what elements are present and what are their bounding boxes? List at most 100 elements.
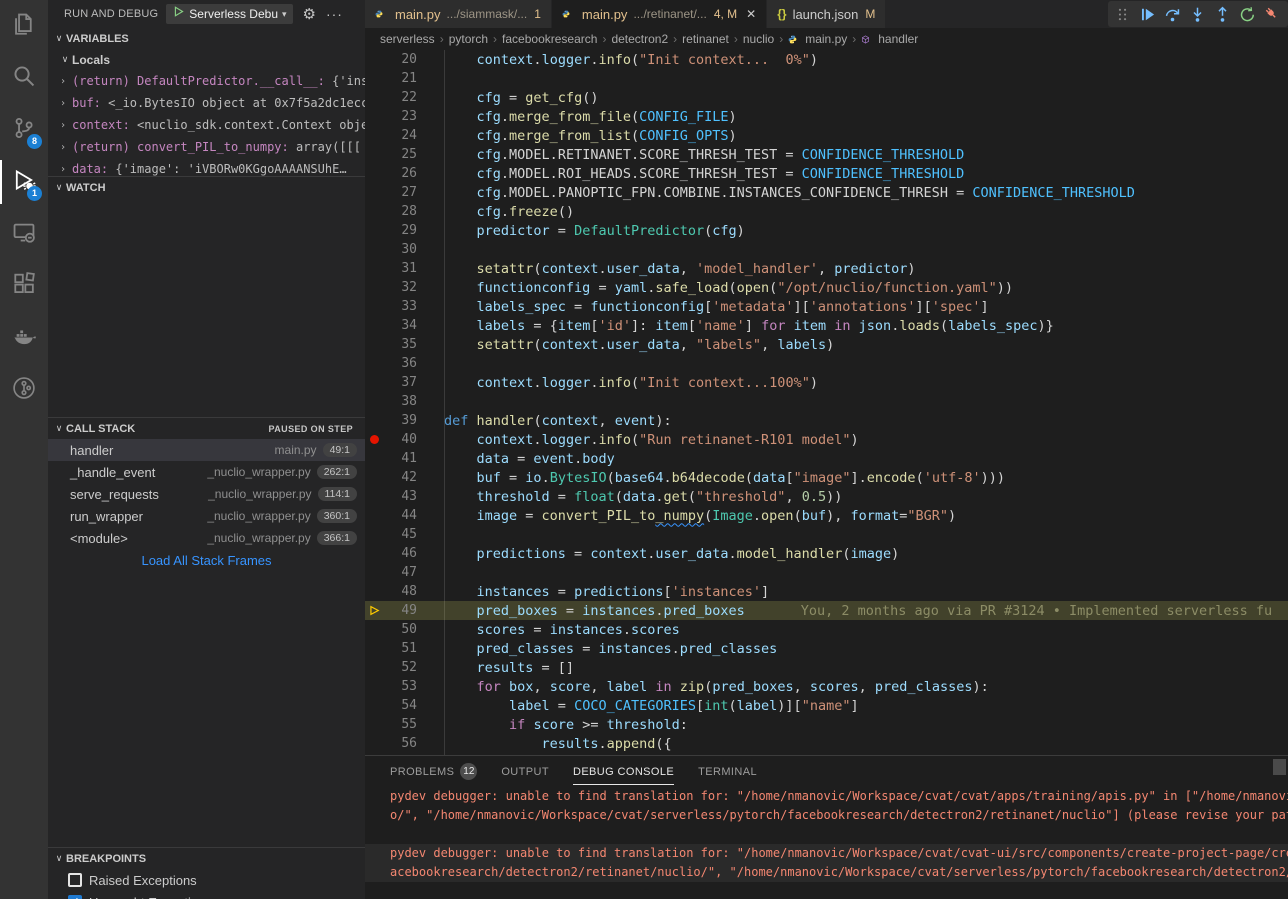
code-line-21[interactable]: 21: [365, 69, 1288, 88]
code-line-49[interactable]: 49 pred_boxes = instances.pred_boxesYou,…: [365, 601, 1288, 620]
gear-icon[interactable]: ⚙: [303, 5, 316, 23]
code-line-51[interactable]: 51 pred_classes = instances.pred_classes: [365, 639, 1288, 658]
activity-bar-item-remote-explorer[interactable]: [0, 208, 48, 260]
checkbox-unchecked[interactable]: [68, 873, 82, 887]
continue-button[interactable]: [1135, 2, 1160, 26]
activity-bar-item-run-and-debug[interactable]: 1: [0, 156, 48, 208]
activity-bar-item-docker[interactable]: [0, 312, 48, 364]
breadcrumb-item-pytorch[interactable]: pytorch: [449, 32, 488, 46]
code-line-40[interactable]: 40 context.logger.info("Run retinanet-R1…: [365, 430, 1288, 449]
code-line-53[interactable]: 53 for box, score, label in zip(pred_box…: [365, 677, 1288, 696]
breadcrumb-item-serverless[interactable]: serverless: [380, 32, 435, 46]
line-number: 24: [383, 128, 417, 143]
breadcrumb-item-facebookresearch[interactable]: facebookresearch: [502, 32, 597, 46]
code-line-28[interactable]: 28 cfg.freeze(): [365, 202, 1288, 221]
code-line-26[interactable]: 26 cfg.MODEL.ROI_HEADS.SCORE_THRESH_TEST…: [365, 164, 1288, 183]
breadcrumb-item-main-py[interactable]: main.py: [788, 32, 847, 46]
call-stack-frame[interactable]: serve_requests_nuclio_wrapper.py114:1: [48, 483, 365, 505]
breakpoint-icon[interactable]: [365, 435, 383, 444]
variable-row[interactable]: ›context: <nuclio_sdk.context.Context ob…: [48, 114, 365, 136]
locals-group[interactable]: ∨Locals: [48, 49, 365, 70]
breakpoint-item[interactable]: ✓Uncaught Exceptions: [48, 891, 365, 899]
call-stack-frame[interactable]: handlermain.py49:1: [48, 439, 365, 461]
code-line-41[interactable]: 41 data = event.body: [365, 449, 1288, 468]
variable-row[interactable]: ›data: {'image': 'iVBORw0KGgoAAAANSUhE…: [48, 158, 365, 176]
code-line-47[interactable]: 47: [365, 563, 1288, 582]
activity-bar-item-extensions[interactable]: [0, 260, 48, 312]
step-into-button[interactable]: [1185, 2, 1210, 26]
step-out-button[interactable]: [1210, 2, 1235, 26]
breadcrumb-item-nuclio[interactable]: nuclio: [743, 32, 774, 46]
close-icon[interactable]: ✕: [746, 7, 756, 21]
code-line-24[interactable]: 24 cfg.merge_from_list(CONFIG_OPTS): [365, 126, 1288, 145]
code-line-29[interactable]: 29 predictor = DefaultPredictor(cfg): [365, 221, 1288, 240]
code-line-34[interactable]: 34 labels = {item['id']: item['name'] fo…: [365, 316, 1288, 335]
code-line-22[interactable]: 22 cfg = get_cfg(): [365, 88, 1288, 107]
tab-main-py-siammask[interactable]: main.py.../siammask/...1: [365, 0, 552, 28]
panel-tab-terminal[interactable]: TERMINAL: [698, 759, 757, 785]
code-line-45[interactable]: 45: [365, 525, 1288, 544]
code-line-33[interactable]: 33 labels_spec = functionconfig['metadat…: [365, 297, 1288, 316]
code-line-50[interactable]: 50 scores = instances.scores: [365, 620, 1288, 639]
code-line-55[interactable]: 55 if score >= threshold:: [365, 715, 1288, 734]
code-line-48[interactable]: 48 instances = predictions['instances']: [365, 582, 1288, 601]
console-message[interactable]: pydev debugger: unable to find translati…: [365, 844, 1288, 882]
breadcrumb-item-detectron2[interactable]: detectron2: [611, 32, 668, 46]
panel-tab-debug-console[interactable]: DEBUG CONSOLE: [573, 759, 674, 785]
code-line-30[interactable]: 30: [365, 240, 1288, 259]
variable-row[interactable]: ›(return) convert_PIL_to_numpy: array([[…: [48, 136, 365, 158]
code-line-25[interactable]: 25 cfg.MODEL.RETINANET.SCORE_THRESH_TEST…: [365, 145, 1288, 164]
code-line-46[interactable]: 46 predictions = context.user_data.model…: [365, 544, 1288, 563]
restart-button[interactable]: [1235, 2, 1260, 26]
variable-row[interactable]: ›(return) DefaultPredictor.__call__: {'i…: [48, 70, 365, 92]
panel-scrollbar[interactable]: [1273, 759, 1286, 775]
current-line-arrow-icon[interactable]: [365, 604, 383, 617]
step-over-button[interactable]: [1160, 2, 1185, 26]
code-line-32[interactable]: 32 functionconfig = yaml.safe_load(open(…: [365, 278, 1288, 297]
activity-bar-item-search[interactable]: [0, 52, 48, 104]
code-line-35[interactable]: 35 setattr(context.user_data, "labels", …: [365, 335, 1288, 354]
code-line-56[interactable]: 56 results.append({: [365, 734, 1288, 753]
disconnect-button[interactable]: [1260, 2, 1285, 26]
call-stack-frame[interactable]: _handle_event_nuclio_wrapper.py262:1: [48, 461, 365, 483]
checkbox-checked[interactable]: ✓: [68, 895, 82, 899]
code-line-52[interactable]: 52 results = []: [365, 658, 1288, 677]
code-line-42[interactable]: 42 buf = io.BytesIO(base64.b64decode(dat…: [365, 468, 1288, 487]
start-debug-icon[interactable]: [172, 5, 185, 23]
console-message[interactable]: pydev debugger: unable to find translati…: [365, 787, 1288, 825]
code-line-37[interactable]: 37 context.logger.info("Init context...1…: [365, 373, 1288, 392]
tab-launch-json[interactable]: {}launch.jsonM: [767, 0, 886, 28]
panel-tab-problems[interactable]: PROBLEMS12: [390, 756, 477, 787]
code-line-38[interactable]: 38: [365, 392, 1288, 411]
call-stack-header[interactable]: ∨ CALL STACK PAUSED ON STEP: [48, 418, 365, 439]
code-line-36[interactable]: 36: [365, 354, 1288, 373]
code-editor[interactable]: 20 context.logger.info("Init context... …: [365, 50, 1288, 755]
debug-config-dropdown[interactable]: Serverless Debu ▾: [166, 4, 292, 24]
code-line-27[interactable]: 27 cfg.MODEL.PANOPTIC_FPN.COMBINE.INSTAN…: [365, 183, 1288, 202]
breakpoints-header[interactable]: ∨BREAKPOINTS: [48, 848, 365, 869]
panel-tab-output[interactable]: OUTPUT: [501, 759, 549, 785]
activity-bar-item-source-control[interactable]: 8: [0, 104, 48, 156]
code-line-31[interactable]: 31 setattr(context.user_data, 'model_han…: [365, 259, 1288, 278]
variables-header[interactable]: ∨VARIABLES: [48, 28, 365, 49]
breadcrumb-item-retinanet[interactable]: retinanet: [682, 32, 729, 46]
tab-main-py-retinanet[interactable]: main.py.../retinanet/...4, M✕: [552, 0, 767, 28]
activity-bar-item-explorer[interactable]: [0, 0, 48, 52]
code-line-20[interactable]: 20 context.logger.info("Init context... …: [365, 50, 1288, 69]
call-stack-frame[interactable]: run_wrapper_nuclio_wrapper.py360:1: [48, 505, 365, 527]
load-all-stack-frames-link[interactable]: Load All Stack Frames: [48, 549, 365, 571]
code-line-23[interactable]: 23 cfg.merge_from_file(CONFIG_FILE): [365, 107, 1288, 126]
code-line-44[interactable]: 44 image = convert_PIL_to_numpy(Image.op…: [365, 506, 1288, 525]
watch-header[interactable]: ∨WATCH: [48, 177, 365, 198]
variable-row[interactable]: ›buf: <_io.BytesIO object at 0x7f5a2dc1e…: [48, 92, 365, 114]
code-line-54[interactable]: 54 label = COCO_CATEGORIES[int(label)]["…: [365, 696, 1288, 715]
code-line-43[interactable]: 43 threshold = float(data.get("threshold…: [365, 487, 1288, 506]
console-line: pydev debugger: unable to find translati…: [365, 787, 1288, 806]
call-stack-frame[interactable]: <module>_nuclio_wrapper.py366:1: [48, 527, 365, 549]
activity-bar-item-git-graph[interactable]: [0, 364, 48, 416]
breadcrumb-item-handler[interactable]: handler: [861, 32, 918, 46]
drag-handle[interactable]: [1110, 2, 1135, 26]
breakpoint-item[interactable]: Raised Exceptions: [48, 869, 365, 891]
code-line-39[interactable]: 39def handler(context, event):: [365, 411, 1288, 430]
more-actions-icon[interactable]: ···: [326, 6, 343, 22]
